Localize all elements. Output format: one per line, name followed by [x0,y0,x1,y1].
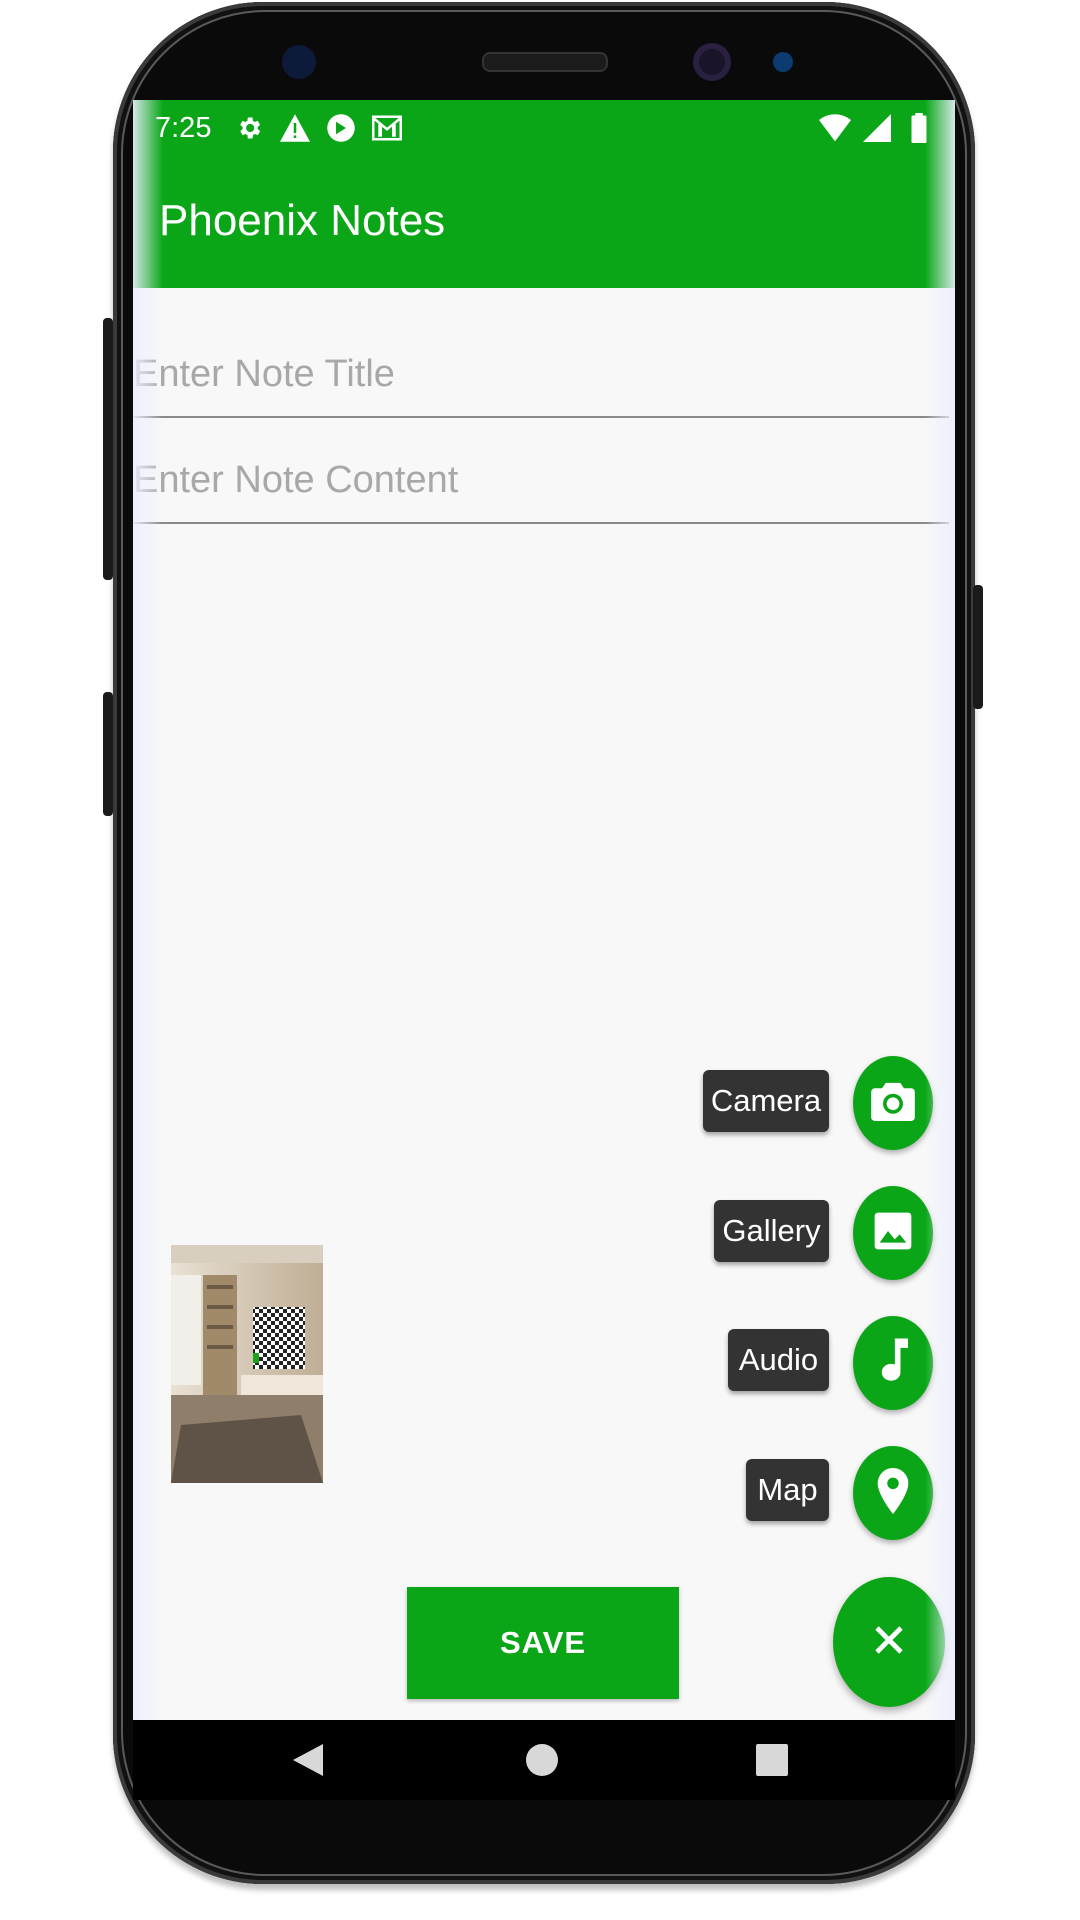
proximity-sensor [773,52,793,72]
battery-icon [903,112,935,144]
system-icons [819,112,935,144]
image-icon [873,1211,913,1256]
audio-fab[interactable] [853,1316,933,1410]
volume-down-button [103,692,113,816]
fab-label-audio[interactable]: Audio [728,1329,829,1391]
fab-toggle-button[interactable] [833,1577,945,1707]
status-bar: 7:25 [133,100,955,156]
power-button [973,585,983,709]
wifi-icon [819,112,851,144]
volume-up-button [103,318,113,580]
note-content-input[interactable] [133,444,949,524]
save-button[interactable]: SAVE [407,1587,679,1699]
gear-icon [233,112,265,144]
room-photo-thumbnail [171,1245,323,1483]
close-icon [875,1625,903,1659]
recents-icon[interactable] [756,1744,788,1781]
notification-icons [233,112,403,144]
navigation-bar [133,1720,955,1800]
map-fab[interactable] [853,1446,933,1540]
gallery-fab[interactable] [853,1186,933,1280]
gmail-icon [371,112,403,144]
sync-icon [325,112,357,144]
app-title: Phoenix Notes [159,196,446,245]
front-camera-left [282,45,316,79]
app-bar: Phoenix Notes [133,156,955,288]
earpiece-speaker [482,52,608,72]
attachment-thumbnail[interactable] [171,1245,323,1483]
warning-icon [279,112,311,144]
note-title-input[interactable] [133,338,949,418]
music-note-icon [878,1338,908,1389]
home-icon[interactable] [526,1744,558,1781]
camera-fab[interactable] [853,1056,933,1150]
cell-signal-icon [861,112,893,144]
screen: 7:25 Phoenix Notes Enter Note Title Ente… [133,100,955,1800]
fab-label-map[interactable]: Map [746,1459,829,1521]
front-camera-right [693,43,731,81]
camera-icon [871,1081,915,1126]
back-icon[interactable] [293,1744,323,1781]
fab-label-gallery[interactable]: Gallery [714,1200,829,1262]
status-time: 7:25 [155,112,212,144]
map-pin-icon [877,1467,909,1519]
fab-label-camera[interactable]: Camera [703,1070,829,1132]
